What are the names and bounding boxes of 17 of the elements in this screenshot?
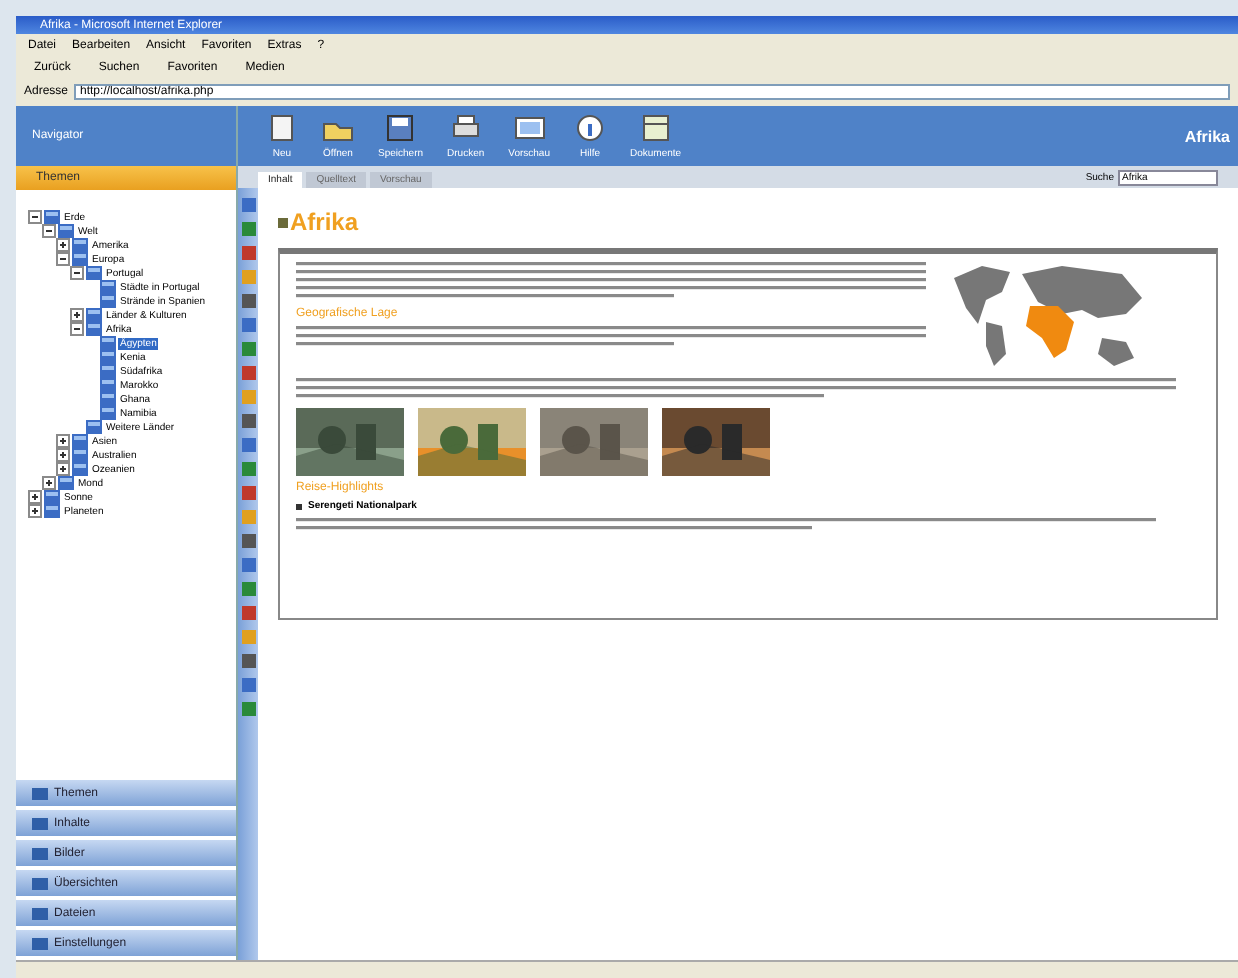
- collapse-icon[interactable]: [28, 210, 42, 224]
- expand-icon[interactable]: [56, 462, 70, 476]
- header-title: Afrika: [1184, 127, 1230, 145]
- expand-icon[interactable]: [42, 476, 56, 490]
- collapse-icon[interactable]: [70, 266, 84, 280]
- marker-icon: [278, 217, 288, 227]
- page-title: Afrika: [290, 208, 359, 236]
- bullet-icon: [296, 503, 302, 509]
- expand-icon[interactable]: [56, 434, 70, 448]
- collapse-icon[interactable]: [42, 224, 56, 238]
- expand-icon[interactable]: [70, 308, 84, 322]
- collapse-icon[interactable]: [56, 252, 70, 266]
- collapse-icon[interactable]: [70, 322, 84, 336]
- expand-icon[interactable]: [28, 490, 42, 504]
- expand-icon[interactable]: [56, 448, 70, 462]
- expand-icon[interactable]: [28, 504, 42, 518]
- expand-icon[interactable]: [56, 238, 70, 252]
